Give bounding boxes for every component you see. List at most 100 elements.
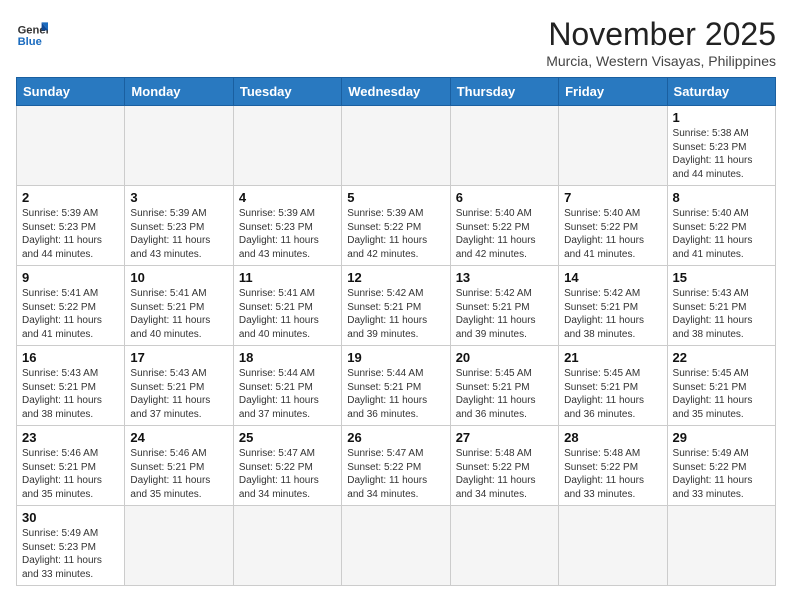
calendar-cell [125,106,233,186]
day-number: 13 [456,270,553,285]
calendar-cell [667,506,775,586]
cell-info: Sunrise: 5:43 AMSunset: 5:21 PMDaylight:… [130,367,227,421]
calendar-cell [559,106,667,186]
calendar-cell: 19 Sunrise: 5:44 AMSunset: 5:21 PMDayligh… [342,346,450,426]
weekday-header-sunday: Sunday [17,78,125,106]
calendar-cell: 25 Sunrise: 5:47 AMSunset: 5:22 PMDayligh… [233,426,341,506]
cell-info: Sunrise: 5:42 AMSunset: 5:21 PMDaylight:… [347,287,444,341]
title-section: November 2025 Murcia, Western Visayas, P… [546,16,776,69]
day-number: 10 [130,270,227,285]
calendar-cell [342,106,450,186]
cell-info: Sunrise: 5:48 AMSunset: 5:22 PMDaylight:… [456,447,553,501]
day-number: 4 [239,190,336,205]
cell-info: Sunrise: 5:40 AMSunset: 5:22 PMDaylight:… [456,207,553,261]
day-number: 24 [130,430,227,445]
weekday-header-tuesday: Tuesday [233,78,341,106]
cell-info: Sunrise: 5:44 AMSunset: 5:21 PMDaylight:… [239,367,336,421]
cell-info: Sunrise: 5:41 AMSunset: 5:21 PMDaylight:… [239,287,336,341]
cell-info: Sunrise: 5:40 AMSunset: 5:22 PMDaylight:… [673,207,770,261]
calendar-cell: 7Sunrise: 5:40 AMSunset: 5:22 PMDaylight… [559,186,667,266]
cell-info: Sunrise: 5:43 AMSunset: 5:21 PMDaylight:… [673,287,770,341]
calendar-cell: 28 Sunrise: 5:48 AMSunset: 5:22 PMDayligh… [559,426,667,506]
calendar-cell: 3Sunrise: 5:39 AMSunset: 5:23 PMDaylight… [125,186,233,266]
day-number: 28 [564,430,661,445]
calendar-cell [450,106,558,186]
day-number: 19 [347,350,444,365]
page-header: General Blue November 2025 Murcia, Weste… [16,16,776,69]
day-number: 2 [22,190,119,205]
logo: General Blue [16,16,48,48]
day-number: 14 [564,270,661,285]
calendar-cell: 16 Sunrise: 5:43 AMSunset: 5:21 PMDayligh… [17,346,125,426]
calendar-cell: 18 Sunrise: 5:44 AMSunset: 5:21 PMDayligh… [233,346,341,426]
calendar-cell [559,506,667,586]
calendar-week-6: 30Sunrise: 5:49 AMSunset: 5:23 PMDayligh… [17,506,776,586]
calendar-cell: 10 Sunrise: 5:41 AMSunset: 5:21 PMDayligh… [125,266,233,346]
day-number: 20 [456,350,553,365]
day-number: 25 [239,430,336,445]
weekday-header-wednesday: Wednesday [342,78,450,106]
cell-info: Sunrise: 5:39 AMSunset: 5:23 PMDaylight:… [22,207,119,261]
cell-info: Sunrise: 5:41 AMSunset: 5:22 PMDaylight:… [22,287,119,341]
calendar-cell [17,106,125,186]
calendar-cell: 24 Sunrise: 5:46 AMSunset: 5:21 PMDayligh… [125,426,233,506]
calendar-cell: 6Sunrise: 5:40 AMSunset: 5:22 PMDaylight… [450,186,558,266]
calendar-week-5: 23 Sunrise: 5:46 AMSunset: 5:21 PMDayligh… [17,426,776,506]
calendar-cell: 11Sunrise: 5:41 AMSunset: 5:21 PMDayligh… [233,266,341,346]
day-number: 12 [347,270,444,285]
weekday-header-row: SundayMondayTuesdayWednesdayThursdayFrid… [17,78,776,106]
weekday-header-saturday: Saturday [667,78,775,106]
calendar-cell: 5 Sunrise: 5:39 AMSunset: 5:22 PMDaylight… [342,186,450,266]
cell-info: Sunrise: 5:39 AMSunset: 5:22 PMDaylight:… [347,207,444,261]
cell-info: Sunrise: 5:47 AMSunset: 5:22 PMDaylight:… [347,447,444,501]
cell-info: Sunrise: 5:39 AMSunset: 5:23 PMDaylight:… [239,207,336,261]
calendar-week-4: 16 Sunrise: 5:43 AMSunset: 5:21 PMDayligh… [17,346,776,426]
cell-info: Sunrise: 5:39 AMSunset: 5:23 PMDaylight:… [130,207,227,261]
cell-info: Sunrise: 5:40 AMSunset: 5:22 PMDaylight:… [564,207,661,261]
calendar-cell: 23 Sunrise: 5:46 AMSunset: 5:21 PMDayligh… [17,426,125,506]
cell-info: Sunrise: 5:49 AMSunset: 5:23 PMDaylight:… [22,527,119,581]
day-number: 8 [673,190,770,205]
day-number: 27 [456,430,553,445]
calendar-cell: 27 Sunrise: 5:48 AMSunset: 5:22 PMDayligh… [450,426,558,506]
day-number: 22 [673,350,770,365]
day-number: 26 [347,430,444,445]
calendar-cell: 2 Sunrise: 5:39 AMSunset: 5:23 PMDaylight… [17,186,125,266]
calendar-cell: 4 Sunrise: 5:39 AMSunset: 5:23 PMDaylight… [233,186,341,266]
calendar-cell [233,506,341,586]
calendar-cell: 12 Sunrise: 5:42 AMSunset: 5:21 PMDayligh… [342,266,450,346]
calendar-week-1: 1Sunrise: 5:38 AMSunset: 5:23 PMDaylight… [17,106,776,186]
cell-info: Sunrise: 5:46 AMSunset: 5:21 PMDaylight:… [22,447,119,501]
calendar-cell [125,506,233,586]
calendar-cell: 20 Sunrise: 5:45 AMSunset: 5:21 PMDayligh… [450,346,558,426]
cell-info: Sunrise: 5:42 AMSunset: 5:21 PMDaylight:… [564,287,661,341]
day-number: 23 [22,430,119,445]
calendar-cell: 17Sunrise: 5:43 AMSunset: 5:21 PMDayligh… [125,346,233,426]
cell-info: Sunrise: 5:41 AMSunset: 5:21 PMDaylight:… [130,287,227,341]
weekday-header-friday: Friday [559,78,667,106]
cell-info: Sunrise: 5:49 AMSunset: 5:22 PMDaylight:… [673,447,770,501]
cell-info: Sunrise: 5:47 AMSunset: 5:22 PMDaylight:… [239,447,336,501]
svg-text:Blue: Blue [18,36,42,48]
calendar-cell [233,106,341,186]
calendar-cell: 30Sunrise: 5:49 AMSunset: 5:23 PMDayligh… [17,506,125,586]
weekday-header-monday: Monday [125,78,233,106]
cell-info: Sunrise: 5:46 AMSunset: 5:21 PMDaylight:… [130,447,227,501]
calendar-cell: 15 Sunrise: 5:43 AMSunset: 5:21 PMDayligh… [667,266,775,346]
cell-info: Sunrise: 5:43 AMSunset: 5:21 PMDaylight:… [22,367,119,421]
calendar-cell: 26 Sunrise: 5:47 AMSunset: 5:22 PMDayligh… [342,426,450,506]
day-number: 16 [22,350,119,365]
month-title: November 2025 [546,16,776,53]
day-number: 18 [239,350,336,365]
calendar-week-2: 2 Sunrise: 5:39 AMSunset: 5:23 PMDaylight… [17,186,776,266]
day-number: 9 [22,270,119,285]
calendar-cell: 13Sunrise: 5:42 AMSunset: 5:21 PMDayligh… [450,266,558,346]
day-number: 15 [673,270,770,285]
cell-info: Sunrise: 5:44 AMSunset: 5:21 PMDaylight:… [347,367,444,421]
cell-info: Sunrise: 5:45 AMSunset: 5:21 PMDaylight:… [456,367,553,421]
day-number: 21 [564,350,661,365]
day-number: 5 [347,190,444,205]
calendar-cell: 1Sunrise: 5:38 AMSunset: 5:23 PMDaylight… [667,106,775,186]
calendar-table: SundayMondayTuesdayWednesdayThursdayFrid… [16,77,776,586]
cell-info: Sunrise: 5:48 AMSunset: 5:22 PMDaylight:… [564,447,661,501]
